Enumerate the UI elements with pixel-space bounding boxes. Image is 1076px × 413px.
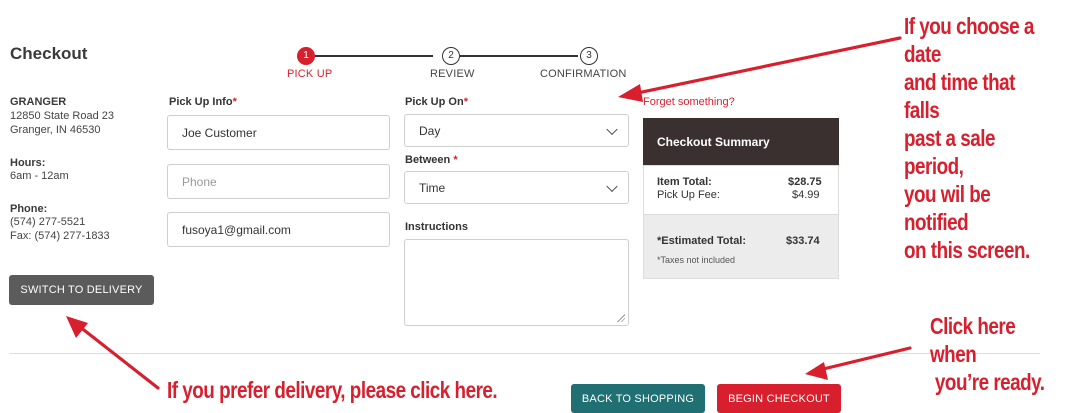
- arrow-to-pickup-date: [626, 36, 902, 97]
- arrow-head: [618, 84, 643, 102]
- arrow-head: [805, 362, 828, 380]
- delivery-callout: If you prefer delivery, please click her…: [167, 377, 498, 403]
- date-callout: If you choose a date and time that falls…: [904, 13, 1034, 263]
- arrow-head: [66, 316, 88, 338]
- arrow-to-begin-checkout: [813, 346, 912, 373]
- ready-callout: Click here when you’re ready.: [930, 313, 1045, 395]
- arrow-to-switch-delivery: [73, 321, 160, 390]
